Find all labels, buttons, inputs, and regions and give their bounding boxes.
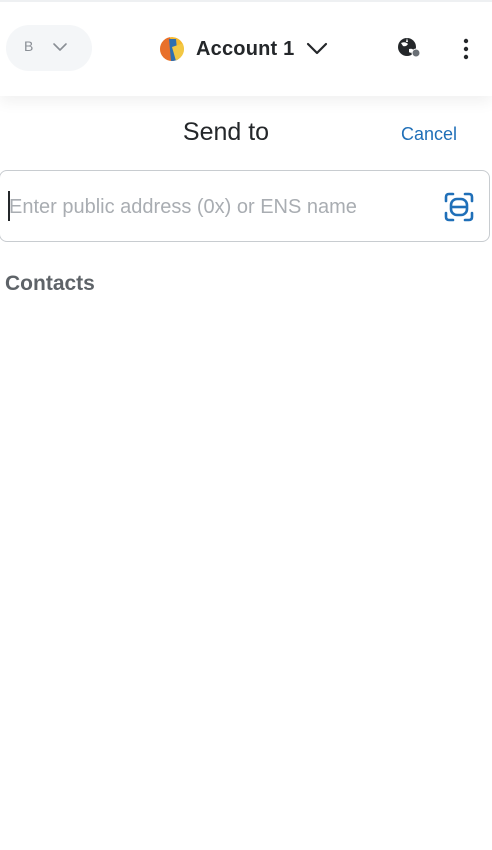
cancel-button[interactable]: Cancel <box>401 124 457 145</box>
account-avatar-icon <box>160 37 184 61</box>
address-field-container[interactable] <box>0 170 490 242</box>
network-initial: B <box>24 38 34 54</box>
text-cursor <box>8 191 10 221</box>
app-header: B Account 1 <box>0 0 492 96</box>
network-selector-button[interactable]: B <box>6 25 92 71</box>
top-divider <box>0 0 492 2</box>
account-selector-button[interactable]: Account 1 <box>160 34 328 64</box>
qr-scan-icon[interactable] <box>443 191 475 228</box>
page-title: Send to <box>182 118 270 146</box>
send-screen: B Account 1 Send to Cancel Enter public … <box>0 0 492 850</box>
address-input[interactable] <box>9 189 429 225</box>
kebab-menu-icon[interactable] <box>458 38 474 60</box>
account-name: Account 1 <box>196 37 295 60</box>
chevron-down-icon <box>306 41 328 60</box>
globe-icon[interactable] <box>396 36 422 65</box>
chevron-down-icon <box>52 39 68 60</box>
contacts-heading: Contacts <box>5 272 95 295</box>
